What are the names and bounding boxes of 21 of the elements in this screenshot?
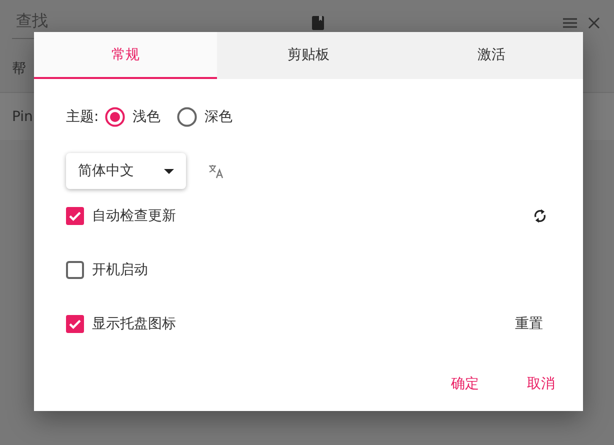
refresh-icon[interactable] bbox=[533, 208, 547, 224]
reset-button[interactable]: 重置 bbox=[509, 311, 549, 337]
language-select[interactable]: 简体中文 bbox=[66, 153, 186, 189]
tab[interactable]: 常规 bbox=[34, 32, 217, 79]
option-label: 开机启动 bbox=[92, 261, 149, 279]
dialog-button[interactable]: 确定 bbox=[445, 371, 485, 397]
option-label: 自动检查更新 bbox=[92, 207, 177, 225]
checkbox[interactable] bbox=[66, 315, 84, 333]
option-label: 显示托盘图标 bbox=[92, 315, 177, 333]
caret-icon bbox=[164, 168, 174, 174]
close-icon[interactable] bbox=[586, 14, 602, 30]
checkbox[interactable] bbox=[66, 207, 84, 225]
book-icon[interactable] bbox=[312, 16, 324, 30]
tab[interactable]: 剪贴板 bbox=[217, 32, 400, 79]
radio-option[interactable]: 深色 bbox=[176, 107, 243, 127]
checkbox[interactable] bbox=[66, 261, 84, 279]
theme-label: 主题: bbox=[66, 108, 99, 126]
tab[interactable]: 激活 bbox=[400, 32, 583, 79]
translate-icon[interactable] bbox=[208, 163, 224, 179]
radio-option[interactable]: 浅色 bbox=[104, 107, 171, 127]
dialog-button[interactable]: 取消 bbox=[521, 371, 561, 397]
